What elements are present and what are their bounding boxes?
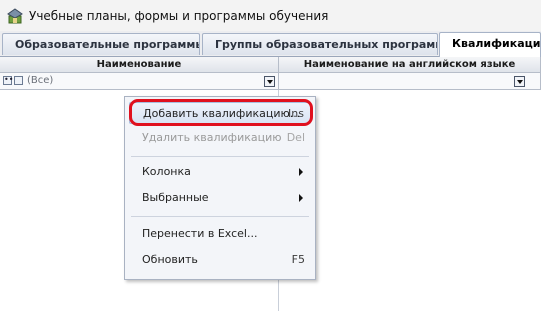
menu-item-column[interactable]: Колонка xyxy=(129,161,311,183)
menu-separator xyxy=(131,216,309,217)
window-title-bar: Учебные планы, формы и программы обучени… xyxy=(0,0,541,32)
submenu-arrow-icon xyxy=(299,168,303,176)
graduation-cap-icon xyxy=(7,8,23,24)
tab-program-groups[interactable]: Группы образовательных программ xyxy=(202,33,438,55)
tab-strip: Образовательные программы Группы образов… xyxy=(0,31,541,57)
ellipsis-icon: ••• xyxy=(4,75,19,84)
submenu-arrow-icon xyxy=(299,194,303,202)
column-header-name[interactable]: Наименование xyxy=(0,57,279,73)
filter-dropdown-button[interactable] xyxy=(514,76,525,87)
menu-item-selected[interactable]: Выбранные xyxy=(129,187,311,209)
menu-item-delete-qualification: Удалить квалификацию Del xyxy=(129,127,311,149)
filter-row-english-name xyxy=(279,73,541,90)
filter-value[interactable]: (Все) xyxy=(27,75,53,86)
filter-row-name: ••• (Все) xyxy=(0,73,279,90)
shortcut-label: Del xyxy=(286,131,305,144)
tab-label: Квалификации сп xyxy=(452,37,541,50)
filter-dropdown-button[interactable] xyxy=(264,76,275,87)
red-highlight-annotation xyxy=(129,99,313,126)
menu-separator xyxy=(131,156,309,157)
tab-label: Группы образовательных программ xyxy=(215,38,438,51)
tab-label: Образовательные программы xyxy=(15,38,200,51)
column-header-english-name[interactable]: Наименование на английском языке xyxy=(279,57,541,73)
tab-educational-programs[interactable]: Образовательные программы xyxy=(2,33,200,55)
shortcut-label: F5 xyxy=(291,253,305,266)
menu-item-refresh[interactable]: Обновить F5 xyxy=(129,249,311,271)
menu-item-export-excel[interactable]: Перенести в Excel... xyxy=(129,223,311,245)
filter-clear-button[interactable] xyxy=(14,76,23,85)
window-title: Учебные планы, формы и программы обучени… xyxy=(29,9,329,23)
tab-qualifications[interactable]: Квалификации сп xyxy=(439,32,541,57)
filter-options-button[interactable]: ••• xyxy=(3,75,19,85)
